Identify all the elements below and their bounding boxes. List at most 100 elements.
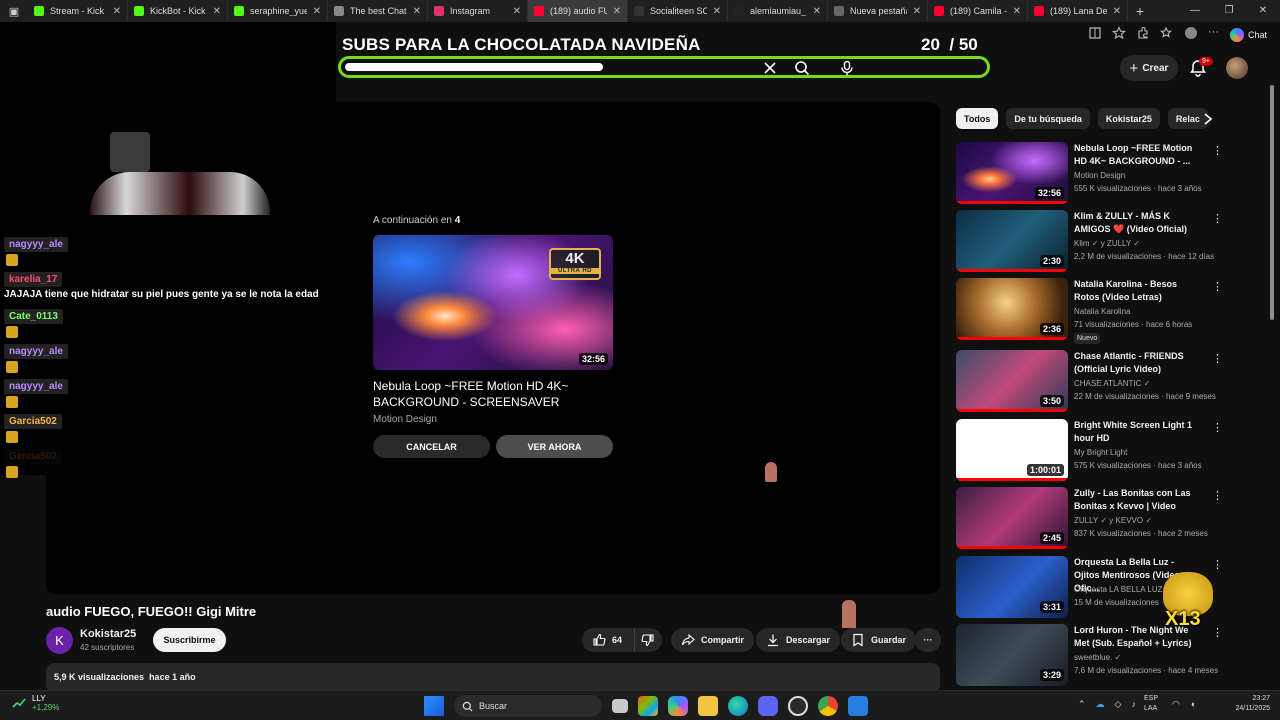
cloud-icon[interactable]: ☁ — [1096, 699, 1105, 710]
watch-now-button[interactable]: VER AHORA — [496, 435, 613, 458]
tab-actions-menu-icon[interactable]: ▣ — [0, 0, 28, 22]
channel-name[interactable]: Kokistar25 — [80, 628, 136, 640]
recommendation-thumbnail[interactable]: 2:30 — [956, 210, 1068, 272]
input-language[interactable]: ESP LAA — [1144, 694, 1158, 714]
browser-tab[interactable]: Nueva pestaña ✕ — [828, 0, 928, 22]
recommendation-title[interactable]: Zully - Las Bonitas con Las Bonitas x Ke… — [1074, 487, 1200, 513]
extensions-icon[interactable] — [1136, 26, 1150, 40]
cancel-autoplay-button[interactable]: CANCELAR — [373, 435, 490, 458]
profile-icon[interactable] — [1184, 26, 1198, 40]
subscribe-button[interactable]: Suscribirme — [153, 628, 226, 652]
tab-close-icon[interactable]: ✕ — [513, 6, 521, 17]
more-menu-icon[interactable]: ··· — [1208, 26, 1222, 40]
browser-tab[interactable]: Stream - Kick Da✕ — [28, 0, 128, 22]
copilot-chat-button[interactable]: Chat — [1230, 26, 1267, 44]
filter-chip[interactable]: Kokistar25 — [1097, 108, 1160, 129]
save-button[interactable]: Guardar — [841, 628, 917, 652]
like-button[interactable]: 64 — [582, 628, 634, 652]
more-actions-button[interactable]: ··· — [915, 628, 941, 652]
recommendation-thumbnail[interactable]: 3:29 — [956, 624, 1068, 686]
more-vert-icon[interactable]: ⋮ — [1212, 280, 1223, 294]
download-button[interactable]: Descargar — [756, 628, 841, 652]
tab-close-icon[interactable]: ✕ — [413, 6, 421, 17]
description-box[interactable]: 5,9 K visualizaciones hace 1 año — [46, 663, 940, 693]
browser-tab[interactable]: (189) Lana Del Re✕ — [1028, 0, 1128, 22]
recommendation-thumbnail[interactable]: 3:50 — [956, 350, 1068, 412]
browser-tab[interactable]: Socialiteen SOCIA✕ — [628, 0, 728, 22]
more-vert-icon[interactable]: ⋮ — [1212, 421, 1223, 435]
recommendation-item[interactable]: 32:56 Nebula Loop ~FREE Motion HD 4K~ BAC… — [956, 142, 1226, 206]
network-icon[interactable]: ◇ — [1115, 699, 1122, 710]
tab-close-icon[interactable]: ✕ — [1113, 6, 1121, 17]
minimize-icon[interactable]: — — [1178, 0, 1212, 22]
dislike-button[interactable] — [634, 628, 662, 652]
recommendation-channel[interactable]: Motion Design — [1074, 171, 1125, 180]
recommendation-title[interactable]: Chase Atlantic - FRIENDS (Official Lyric… — [1074, 350, 1200, 376]
browser-tab[interactable]: (189) audio FUEG✕ — [528, 0, 628, 22]
taskbar-search[interactable]: Buscar — [454, 695, 602, 717]
recommendation-thumbnail[interactable]: 3:31 — [956, 556, 1068, 618]
recommendation-channel[interactable]: Orquesta LA BELLA LUZ — [1074, 585, 1163, 594]
recommendation-thumbnail[interactable]: 2:36 — [956, 278, 1068, 340]
tray-overflow-icon[interactable]: ⌃ — [1078, 699, 1086, 710]
recommendation-title[interactable]: Bright White Screen Light 1 hour HD — [1074, 419, 1200, 445]
more-vert-icon[interactable]: ⋮ — [1212, 489, 1223, 503]
tab-close-icon[interactable]: ✕ — [713, 6, 721, 17]
tab-close-icon[interactable]: ✕ — [1013, 6, 1021, 17]
favorites-icon[interactable] — [1160, 26, 1174, 40]
wifi-icon[interactable]: ◠ — [1172, 699, 1180, 710]
upnext-thumbnail[interactable]: 4K ULTRA HD 32:56 — [373, 235, 613, 370]
new-tab-button[interactable]: + — [1128, 3, 1152, 19]
recommendation-item[interactable]: 3:50 Chase Atlantic - FRIENDS (Official L… — [956, 350, 1226, 414]
chrome-icon[interactable] — [818, 696, 838, 716]
restore-icon[interactable]: ❐ — [1212, 0, 1246, 22]
recommendation-channel[interactable]: CHASE ATLANTIC ✓ — [1074, 379, 1150, 388]
task-view-icon[interactable] — [612, 699, 628, 713]
recommendation-channel[interactable]: My Bright Light — [1074, 448, 1127, 457]
recommendation-item[interactable]: 2:30 Klim & ZULLY - MÁS K AMIGOS ❤️ (Vide… — [956, 210, 1226, 274]
discord-icon[interactable] — [758, 696, 778, 716]
filter-chip[interactable]: De tu búsqueda — [1006, 108, 1090, 129]
filter-chip[interactable]: Todos — [956, 108, 999, 129]
account-avatar[interactable] — [1226, 57, 1248, 79]
recommendation-channel[interactable]: Natalia Karolina — [1074, 307, 1130, 316]
tab-close-icon[interactable]: ✕ — [113, 6, 121, 17]
recommendation-item[interactable]: 2:45 Zully - Las Bonitas con Las Bonitas … — [956, 487, 1226, 551]
tab-close-icon[interactable]: ✕ — [913, 6, 921, 17]
more-vert-icon[interactable]: ⋮ — [1212, 558, 1223, 572]
recommendation-item[interactable]: 2:36 Natalia Karolina - Besos Rotos (Vide… — [956, 278, 1226, 344]
taskbar-clock[interactable]: 23:27 24/11/2025 — [1224, 694, 1270, 714]
recommendation-channel[interactable]: Klim ✓ y ZULLY ✓ — [1074, 239, 1140, 248]
browser-tab[interactable]: Instagram ✕ — [428, 0, 528, 22]
channel-avatar[interactable]: K — [46, 627, 73, 654]
browser-tab[interactable]: KickBot - Kick Ch✕ — [128, 0, 228, 22]
search-icon[interactable] — [791, 58, 813, 78]
recommendation-channel[interactable]: sweetblue. ✓ — [1074, 653, 1121, 662]
more-vert-icon[interactable]: ⋮ — [1212, 212, 1223, 226]
volume-icon[interactable]: ◖ — [1190, 699, 1195, 710]
close-window-icon[interactable]: ✕ — [1246, 0, 1280, 22]
recommendation-item[interactable]: 3:29 Lord Huron - The Night We Met (Sub. … — [956, 624, 1226, 688]
browser-tab[interactable]: The best ChatBot✕ — [328, 0, 428, 22]
browser-tab[interactable]: alemiaumiau_ (@✕ — [728, 0, 828, 22]
editor-app-icon[interactable] — [848, 696, 868, 716]
windows-start-icon[interactable] — [424, 696, 444, 716]
apps-icon[interactable] — [1088, 26, 1102, 40]
recommendation-channel[interactable]: ZULLY ✓ y KEVVO ✓ — [1074, 516, 1152, 525]
browser-tab[interactable]: (189) Camila - Be✕ — [928, 0, 1028, 22]
clear-search-icon[interactable] — [759, 58, 781, 78]
share-button[interactable]: Compartir — [671, 628, 755, 652]
browser-tab[interactable]: seraphine_yue Sl✕ — [228, 0, 328, 22]
copilot-app-icon[interactable] — [668, 696, 688, 716]
recommendation-item[interactable]: 1:00:01 Bright White Screen Light 1 hour … — [956, 419, 1226, 483]
create-button[interactable]: + Crear — [1120, 55, 1178, 81]
recommendation-thumbnail[interactable]: 2:45 — [956, 487, 1068, 549]
upnext-title[interactable]: Nebula Loop ~FREE Motion HD 4K~ BACKGROU… — [373, 378, 613, 410]
obs-icon[interactable] — [788, 696, 808, 716]
tab-close-icon[interactable]: ✕ — [213, 6, 221, 17]
stock-widget[interactable]: LLY +1,29% — [12, 694, 59, 712]
page-scrollbar[interactable] — [1270, 85, 1274, 320]
recommendation-thumbnail[interactable]: 32:56 — [956, 142, 1068, 204]
tab-close-icon[interactable]: ✕ — [313, 6, 321, 17]
recommendation-title[interactable]: Nebula Loop ~FREE Motion HD 4K~ BACKGROU… — [1074, 142, 1200, 168]
